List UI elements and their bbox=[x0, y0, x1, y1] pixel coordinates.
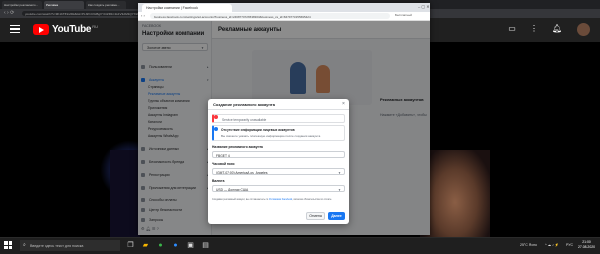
name-value: FBGET 4 bbox=[216, 153, 230, 158]
youtube-logo-text: YouTube bbox=[52, 23, 92, 35]
avatar[interactable] bbox=[577, 23, 590, 36]
cancel-button[interactable]: Отмена bbox=[306, 212, 325, 220]
timezone-value: (GMT-07:00) America/Los_Angeles bbox=[216, 170, 268, 175]
search-icon: ⌕ bbox=[23, 242, 26, 248]
timezone-label: Часовой пояс bbox=[212, 162, 235, 166]
ad-account-name-input[interactable]: FBGET 4 bbox=[212, 151, 345, 158]
clock-date: 27.08.2020 bbox=[578, 245, 595, 249]
clock[interactable]: 21:00 27.08.2020 bbox=[578, 240, 595, 250]
currency-select[interactable]: USD — Доллар США ▼ bbox=[212, 185, 345, 192]
task-view-icon[interactable]: ❐ bbox=[125, 240, 136, 251]
video-person-left bbox=[110, 150, 140, 237]
back-icon[interactable]: ‹ › ⟳ bbox=[4, 10, 14, 16]
app-icon[interactable]: ▤ bbox=[200, 240, 211, 251]
terms-text: Создавая рекламный аккаунт, вы соглашает… bbox=[212, 198, 345, 201]
outer-tab[interactable]: Настройки рекламного... bbox=[2, 1, 42, 9]
video-person-right bbox=[420, 150, 490, 237]
weather-text[interactable]: 25°C Ясно bbox=[520, 243, 537, 247]
extension-badge[interactable]: Бесплатный bbox=[395, 13, 412, 17]
upload-icon[interactable]: ▭ bbox=[507, 24, 517, 34]
language-indicator[interactable]: РУС bbox=[566, 243, 573, 247]
file-explorer-icon[interactable]: ▰ bbox=[140, 240, 151, 251]
info-text: Вы сможете указать платежную информацию … bbox=[221, 134, 321, 138]
currency-value: USD — Доллар США bbox=[216, 187, 249, 192]
error-text: Service temporarily unavailable bbox=[222, 117, 267, 122]
taskbar-search-input[interactable]: Введите здесь текст для поиска bbox=[20, 240, 120, 251]
name-label: Название рекламного аккаунта bbox=[212, 145, 263, 149]
tray-icons[interactable]: ^ ☁ ♪ ⚡ bbox=[545, 243, 559, 247]
windows-start-icon[interactable] bbox=[4, 241, 12, 249]
error-icon bbox=[214, 115, 218, 119]
dialog-title: Создание рекламного аккаунта bbox=[213, 102, 275, 107]
notifications-icon[interactable]: 🔔︎ bbox=[552, 24, 562, 34]
chrome-icon[interactable]: ● bbox=[155, 240, 166, 251]
apps-icon[interactable]: ⋮ bbox=[529, 24, 539, 34]
app-icon[interactable]: ● bbox=[170, 240, 181, 251]
error-banner: Service temporarily unavailable bbox=[212, 114, 345, 123]
app-icon[interactable]: ▣ bbox=[185, 240, 196, 251]
outer-tab[interactable]: Как создать рекламн... bbox=[86, 1, 126, 9]
chevron-down-icon: ▼ bbox=[338, 170, 341, 175]
youtube-logo[interactable]: YouTube RU bbox=[33, 23, 98, 35]
play-logo-icon bbox=[33, 23, 49, 35]
close-icon[interactable]: × bbox=[342, 101, 345, 107]
region-badge: RU bbox=[92, 23, 98, 29]
terms-suffix: , включая обязательства по оплате. bbox=[292, 198, 333, 201]
currency-label: Валюта bbox=[212, 179, 225, 183]
info-icon bbox=[214, 127, 218, 131]
terms-link[interactable]: Условиями Facebook bbox=[269, 198, 292, 201]
info-title: Отсутствие информации лицевых аккаунтов bbox=[221, 128, 295, 132]
chevron-down-icon: ▼ bbox=[338, 187, 341, 192]
outer-tab[interactable]: Реклама bbox=[44, 1, 84, 9]
next-button[interactable]: Далее bbox=[328, 212, 345, 220]
window-controls-icon[interactable]: – ▢ ✕ bbox=[418, 4, 430, 9]
divider bbox=[208, 109, 349, 110]
nav-arrows-icon[interactable]: ‹ › bbox=[141, 13, 145, 18]
timezone-select[interactable]: (GMT-07:00) America/Los_Angeles ▼ bbox=[212, 168, 345, 175]
inner-tab[interactable]: Настройки компании | Facebook bbox=[142, 4, 232, 12]
inner-url-field[interactable]: business.facebook.com/settings/ad-accoun… bbox=[150, 13, 390, 19]
terms-prefix: Создавая рекламный аккаунт, вы соглашает… bbox=[212, 198, 269, 201]
menu-icon[interactable] bbox=[10, 25, 20, 33]
